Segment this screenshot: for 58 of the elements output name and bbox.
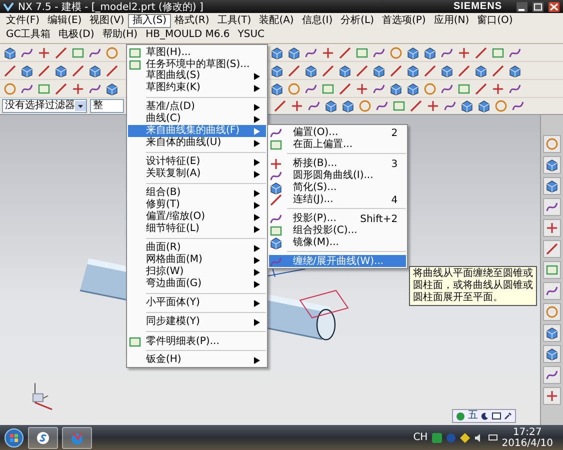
menu-item[interactable]: 在面上偏置...: [269, 138, 406, 150]
scope-dropdown[interactable]: 整: [90, 99, 124, 113]
menu-item[interactable]: 偏置(O)... 2: [269, 126, 406, 138]
menu-item[interactable]: 扫掠(W): [128, 266, 266, 278]
menu-item[interactable]: 草图约束(K): [128, 82, 266, 94]
filter-dropdown[interactable]: 没有选择过滤器: [2, 99, 87, 113]
menu-item[interactable]: 来自体的曲线(U): [128, 137, 266, 149]
menu-item[interactable]: 关联复制(A): [128, 168, 266, 180]
menu-item[interactable]: 组合(B): [128, 187, 266, 199]
menu-item[interactable]: 工具(T): [213, 14, 256, 28]
menu-item[interactable]: 投影(P)... Shift+2: [269, 212, 406, 224]
menu-item[interactable]: 钣金(H): [128, 354, 266, 366]
menu-item[interactable]: 信息(I): [298, 14, 337, 28]
menu-item[interactable]: 帮助(H): [98, 28, 142, 42]
menu-item[interactable]: 应用(N): [430, 14, 474, 28]
menu-item[interactable]: 连结(J)... 4: [269, 193, 406, 205]
menu-item[interactable]: 窗口(O): [473, 14, 517, 28]
menu-item[interactable]: 电极(D): [54, 28, 98, 42]
menu-item[interactable]: 细节特征(L): [128, 223, 266, 235]
ime-toolbar[interactable]: 五: [452, 409, 516, 423]
menu-item[interactable]: GC工具箱: [2, 28, 55, 42]
menu-item[interactable]: 来自曲线集的曲线(F): [128, 125, 266, 137]
menu-item[interactable]: 草图(H)...: [128, 46, 266, 58]
menu-item[interactable]: HB_MOULD M6.6: [142, 28, 234, 42]
menu-item[interactable]: 网格曲面(M): [128, 254, 266, 266]
menu-item[interactable]: 弯边曲面(G): [128, 278, 266, 290]
input-mode-label[interactable]: 五: [468, 410, 478, 422]
menu-item[interactable]: 小平面体(Y): [128, 297, 266, 309]
menu-item[interactable]: 分析(L): [336, 14, 378, 28]
menu-item[interactable]: 曲线(C): [128, 113, 266, 125]
menu-item[interactable]: 曲面(R): [128, 242, 266, 254]
brand-logo: SIEMENS: [453, 1, 502, 12]
menu-item[interactable]: 首选项(P): [378, 14, 430, 28]
menu-item[interactable]: 插入(S): [128, 14, 170, 28]
menu-item[interactable]: 桥接(B)... 3: [269, 157, 406, 169]
menu-item[interactable]: 组合投影(C)...: [269, 224, 406, 236]
menu-item[interactable]: 设计特征(E): [128, 156, 266, 168]
language-indicator[interactable]: CH: [413, 432, 428, 443]
menu-item[interactable]: 草图曲线(S): [128, 70, 266, 82]
menu-item[interactable]: 修剪(T): [128, 199, 266, 211]
menu-item[interactable]: 视图(V): [86, 14, 128, 28]
menu-item[interactable]: 格式(R): [170, 14, 214, 28]
menu-item[interactable]: 简化(S)...: [269, 181, 406, 193]
menu-item[interactable]: 零件明细表(P)...: [128, 335, 266, 347]
tooltip: 将曲线从平面缠绕至圆锥或圆柱面，或将曲线从圆锥或圆柱面展开至平面。: [409, 266, 537, 306]
menu-item[interactable]: YSUC: [234, 28, 269, 42]
menu-item[interactable]: 同步建模(Y): [128, 316, 266, 328]
menu-item[interactable]: 任务环境中的草图(S)...: [128, 58, 266, 70]
menu-item[interactable]: 文件(F): [2, 14, 44, 28]
menu-item[interactable]: 装配(A): [255, 14, 298, 28]
menu-item[interactable]: 缠绕/展开曲线(W)...: [269, 255, 406, 267]
window-title: NX 7.5 - 建模 - [_model2.prt (修改的) ]: [18, 0, 204, 14]
menu-item[interactable]: 基准/点(D): [128, 101, 266, 113]
clock[interactable]: 17:27 2016/4/10: [502, 426, 553, 448]
menu-item[interactable]: 镜像(M)...: [269, 236, 406, 248]
menu-item[interactable]: 圆形圆角曲线(I)...: [269, 169, 406, 181]
menu-item[interactable]: 编辑(E): [44, 14, 86, 28]
menu-item[interactable]: 偏置/缩放(O): [128, 211, 266, 223]
